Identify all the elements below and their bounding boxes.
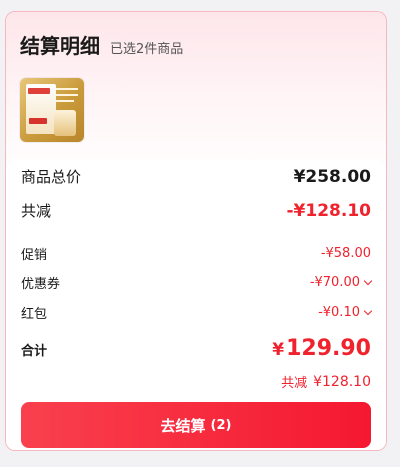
product-thumbnail[interactable] xyxy=(20,78,84,142)
total-reduction-label: 共减 xyxy=(21,202,52,220)
goods-total-value: ¥258.00 xyxy=(293,166,371,187)
grand-total-label: 合计 xyxy=(21,344,48,359)
promotion-row: 促销 -¥58.00 xyxy=(21,244,371,263)
coupon-row[interactable]: 优惠券 -¥70.00 xyxy=(21,273,373,292)
red-packet-label: 红包 xyxy=(21,307,48,322)
red-packet-value: -¥0.10 xyxy=(318,305,360,320)
product-box-image xyxy=(26,84,56,134)
checkout-item-count: (2) xyxy=(210,417,232,433)
header: 结算明细 已选2件商品 xyxy=(20,30,183,59)
checkout-summary-card: 结算明细 已选2件商品 商品总价 ¥258.00 共减 -¥128.10 促销 … xyxy=(5,11,387,451)
grand-total-currency: ¥ xyxy=(272,340,285,360)
savings-row: 共减 ¥128.10 xyxy=(21,372,371,392)
promotion-value: -¥58.00 xyxy=(320,246,371,261)
goods-total-label: 商品总价 xyxy=(21,168,82,186)
page-title: 结算明细 xyxy=(20,34,100,58)
selected-count: 已选2件商品 xyxy=(110,42,184,57)
savings-label: 共减 xyxy=(281,376,308,391)
coupon-value: -¥70.00 xyxy=(309,275,360,290)
checkout-button-label: 去结算 xyxy=(160,416,206,435)
grand-total-amount: ¥129.90 xyxy=(272,336,371,361)
total-reduction-row: 共减 -¥128.10 xyxy=(21,200,371,221)
total-reduction-value: -¥128.10 xyxy=(286,200,372,221)
coupon-label: 优惠券 xyxy=(21,277,61,292)
promotion-label: 促销 xyxy=(21,248,48,263)
red-packet-row[interactable]: 红包 -¥0.10 xyxy=(21,303,373,322)
product-can-image xyxy=(54,110,76,136)
savings-value: ¥128.10 xyxy=(313,373,371,390)
chevron-down-icon[interactable] xyxy=(363,306,373,315)
goods-total-row: 商品总价 ¥258.00 xyxy=(21,166,371,187)
price-details-panel: 商品总价 ¥258.00 共减 -¥128.10 促销 -¥58.00 优惠券 … xyxy=(6,160,386,450)
grand-total-value: 129.90 xyxy=(286,336,371,361)
checkout-button[interactable]: 去结算 (2) xyxy=(21,402,371,448)
grand-total-row: 合计 ¥129.90 xyxy=(21,336,371,361)
chevron-down-icon[interactable] xyxy=(363,276,373,285)
